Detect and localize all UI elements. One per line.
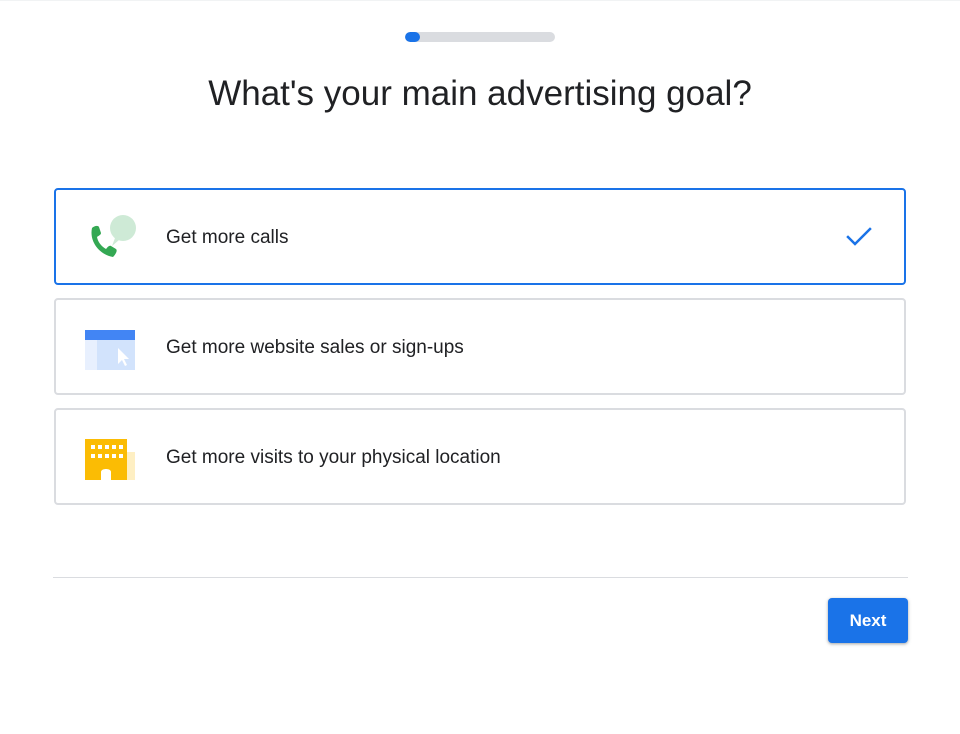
building-icon [85, 434, 137, 482]
page-title: What's your main advertising goal? [208, 74, 752, 113]
goal-option-visits[interactable]: Get more visits to your physical locatio… [54, 408, 906, 505]
progress-bar [405, 32, 555, 42]
goal-option-label: Get more visits to your physical locatio… [166, 447, 501, 468]
goal-option-website[interactable]: Get more website sales or sign-ups [54, 298, 906, 395]
phone-call-icon [85, 214, 137, 262]
top-edge-divider [0, 0, 960, 1]
progress-bar-fill [405, 32, 420, 42]
goal-option-label: Get more calls [166, 227, 289, 248]
checkmark-icon [846, 226, 872, 248]
footer-divider [53, 577, 908, 578]
goal-option-label: Get more website sales or sign-ups [166, 337, 464, 358]
goal-option-calls[interactable]: Get more calls [54, 188, 906, 285]
next-button[interactable]: Next [828, 598, 908, 643]
website-cursor-icon [85, 324, 137, 372]
